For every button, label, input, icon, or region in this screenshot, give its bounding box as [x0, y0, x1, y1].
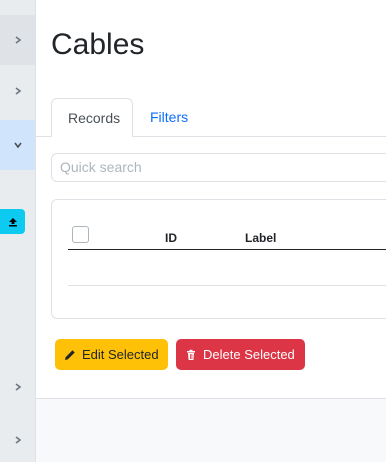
chevron-right-icon: [15, 87, 21, 95]
column-header-label[interactable]: Label: [245, 231, 276, 245]
trash-icon: [187, 349, 195, 360]
search-input[interactable]: Quick search: [51, 153, 386, 182]
edit-selected-button[interactable]: Edit Selected: [55, 339, 168, 370]
delete-selected-label: Delete Selected: [203, 347, 295, 362]
delete-selected-button[interactable]: Delete Selected: [176, 339, 305, 370]
tab-bar: Records Filters: [36, 98, 386, 137]
upload-button[interactable]: [0, 209, 25, 234]
chevron-right-icon: [15, 383, 21, 391]
table-header-divider: [68, 249, 386, 250]
chevron-right-icon: [15, 436, 21, 444]
table-row-divider: [68, 285, 386, 286]
sidebar-toggle-4[interactable]: [0, 372, 35, 402]
select-all-checkbox[interactable]: [72, 226, 89, 243]
sidebar-toggle-3[interactable]: [0, 120, 35, 170]
tab-filters[interactable]: Filters: [134, 98, 204, 136]
page-title: Cables: [51, 28, 145, 61]
chevron-down-icon: [13, 142, 22, 149]
page-footer-area: [36, 398, 386, 462]
records-table-card: ID Label: [51, 199, 386, 319]
sidebar: [0, 0, 36, 462]
pencil-icon: [65, 349, 75, 360]
upload-icon: [8, 217, 17, 226]
chevron-right-icon: [15, 36, 21, 44]
sidebar-toggle-5[interactable]: [0, 425, 35, 455]
edit-selected-label: Edit Selected: [82, 347, 159, 362]
sidebar-toggle-2[interactable]: [0, 70, 35, 112]
column-header-id[interactable]: ID: [165, 231, 177, 245]
tab-records[interactable]: Records: [51, 98, 133, 137]
main-content: Cables Records Filters Quick search ID L…: [36, 0, 386, 398]
sidebar-toggle-1[interactable]: [0, 15, 35, 65]
